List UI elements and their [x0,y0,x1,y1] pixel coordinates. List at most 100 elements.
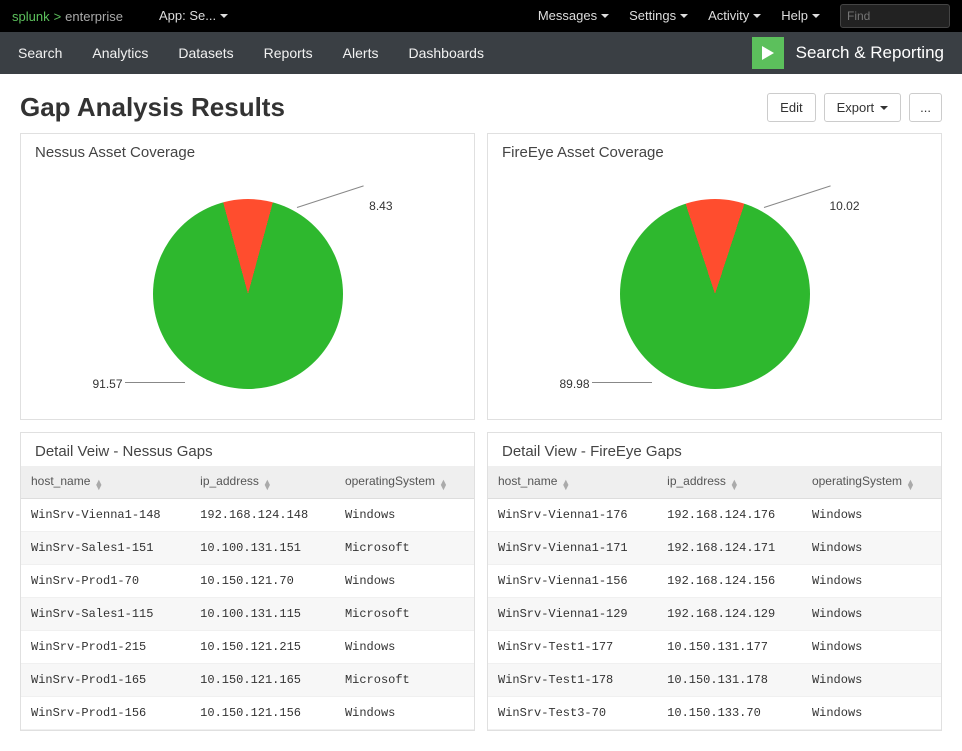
app-name: Search & Reporting [796,43,944,63]
table-cell: WinSrv-Test1-178 [488,664,657,697]
nav-item-analytics[interactable]: Analytics [92,45,148,61]
brand-suffix: enterprise [65,9,123,24]
data-table: host_name▲▼ip_address▲▼operatingSystem▲▼… [488,466,941,730]
pie-chart[interactable]: 89.98 10.02 [488,169,941,419]
more-button[interactable]: ... [909,93,942,122]
nav-item-reports[interactable]: Reports [264,45,313,61]
table-row[interactable]: WinSrv-Vienna1-156192.168.124.156Windows [488,565,941,598]
table-cell: Windows [335,697,474,730]
table-cell: Windows [802,532,941,565]
pie-label-main: 89.98 [560,377,590,391]
export-button[interactable]: Export [824,93,902,122]
edit-button[interactable]: Edit [767,93,815,122]
column-header[interactable]: operatingSystem▲▼ [802,466,941,499]
table-cell: WinSrv-Sales1-151 [21,532,190,565]
sort-icon: ▲▼ [730,480,739,490]
table-cell: WinSrv-Vienna1-156 [488,565,657,598]
table-cell: WinSrv-Vienna1-171 [488,532,657,565]
page-header: Gap Analysis Results Edit Export ... [0,74,962,133]
find-input[interactable] [841,9,962,23]
table-cell: Windows [802,664,941,697]
sort-icon: ▲▼ [439,480,448,490]
table-row[interactable]: WinSrv-Prod1-16510.150.121.165Microsoft [21,664,474,697]
sort-icon: ▲▼ [94,480,103,490]
sort-icon: ▲▼ [561,480,570,490]
chart-panel: Nessus Asset Coverage 91.57 8.43 [20,133,475,420]
chart-panel: FireEye Asset Coverage 89.98 10.02 [487,133,942,420]
settings-menu[interactable]: Settings [621,0,696,32]
help-menu[interactable]: Help [773,0,828,32]
brand-prefix: splunk [12,9,50,24]
app-switcher[interactable]: App: Se... [151,0,236,32]
nav-item-alerts[interactable]: Alerts [343,45,379,61]
nav-item-dashboards[interactable]: Dashboards [408,45,484,61]
table-panel: Detail Veiw - Nessus Gapshost_name▲▼ip_a… [20,432,475,731]
dashboard-panels: Nessus Asset Coverage 91.57 8.43 FireEye As… [0,133,962,751]
table-cell: WinSrv-Prod1-156 [21,697,190,730]
sort-icon: ▲▼ [263,480,272,490]
nav-item-datasets[interactable]: Datasets [178,45,233,61]
column-header[interactable]: host_name▲▼ [488,466,657,499]
table-row[interactable]: WinSrv-Test1-17710.150.131.177Windows [488,631,941,664]
column-header[interactable]: ip_address▲▼ [657,466,802,499]
caret-down-icon [880,106,888,110]
table-cell: Microsoft [335,598,474,631]
table-cell: 10.150.121.165 [190,664,335,697]
table-cell: WinSrv-Test3-70 [488,697,657,730]
brand-logo[interactable]: splunk>enterprise [12,9,123,24]
column-header[interactable]: ip_address▲▼ [190,466,335,499]
pie-label-sub: 8.43 [369,199,392,213]
table-row[interactable]: WinSrv-Vienna1-129192.168.124.129Windows [488,598,941,631]
table-row[interactable]: WinSrv-Vienna1-171192.168.124.171Windows [488,532,941,565]
nav-item-search[interactable]: Search [18,45,62,61]
table-cell: 10.100.131.115 [190,598,335,631]
table-cell: Windows [802,598,941,631]
app-badge[interactable]: Search & Reporting [752,37,944,69]
table-cell: Windows [335,565,474,598]
table-cell: WinSrv-Vienna1-148 [21,499,190,532]
panel-title: Detail View - FireEye Gaps [488,433,941,466]
table-cell: WinSrv-Test1-177 [488,631,657,664]
app-switcher-label: App: Se... [159,0,216,32]
sort-icon: ▲▼ [906,480,915,490]
pie-label-sub: 10.02 [829,199,859,213]
table-row[interactable]: WinSrv-Prod1-21510.150.121.215Windows [21,631,474,664]
column-header[interactable]: operatingSystem▲▼ [335,466,474,499]
table-row[interactable]: WinSrv-Test1-17810.150.131.178Windows [488,664,941,697]
table-cell: WinSrv-Prod1-215 [21,631,190,664]
app-nav: Search Analytics Datasets Reports Alerts Dash… [0,32,962,74]
table-row[interactable]: WinSrv-Sales1-15110.100.131.151Microsoft [21,532,474,565]
find-searchbox[interactable] [840,4,950,28]
caret-down-icon [220,14,228,18]
table-row[interactable]: WinSrv-Test3-7010.150.133.70Windows [488,697,941,730]
pie-label-main: 91.57 [93,377,123,391]
table-cell: Microsoft [335,664,474,697]
app-icon [752,37,784,69]
header-bar: splunk>enterprise App: Se... Messages Se… [0,0,962,32]
table-row[interactable]: WinSrv-Vienna1-176192.168.124.176Windows [488,499,941,532]
activity-menu[interactable]: Activity [700,0,769,32]
pie-chart[interactable]: 91.57 8.43 [21,169,474,419]
caret-down-icon [812,14,820,18]
table-cell: Windows [802,631,941,664]
table-cell: Microsoft [335,532,474,565]
page-title: Gap Analysis Results [20,92,285,123]
table-cell: 192.168.124.176 [657,499,802,532]
table-cell: Windows [802,565,941,598]
table-row[interactable]: WinSrv-Prod1-15610.150.121.156Windows [21,697,474,730]
panel-title: FireEye Asset Coverage [488,134,941,169]
table-cell: 10.150.131.177 [657,631,802,664]
table-row[interactable]: WinSrv-Prod1-7010.150.121.70Windows [21,565,474,598]
table-row[interactable]: WinSrv-Vienna1-148192.168.124.148Windows [21,499,474,532]
table-cell: Windows [335,499,474,532]
panel-title: Nessus Asset Coverage [21,134,474,169]
data-table: host_name▲▼ip_address▲▼operatingSystem▲▼… [21,466,474,730]
table-cell: WinSrv-Sales1-115 [21,598,190,631]
messages-menu[interactable]: Messages [530,0,617,32]
table-cell: 10.150.121.215 [190,631,335,664]
table-cell: 192.168.124.148 [190,499,335,532]
table-cell: WinSrv-Prod1-165 [21,664,190,697]
column-header[interactable]: host_name▲▼ [21,466,190,499]
table-cell: Windows [802,697,941,730]
table-row[interactable]: WinSrv-Sales1-11510.100.131.115Microsoft [21,598,474,631]
